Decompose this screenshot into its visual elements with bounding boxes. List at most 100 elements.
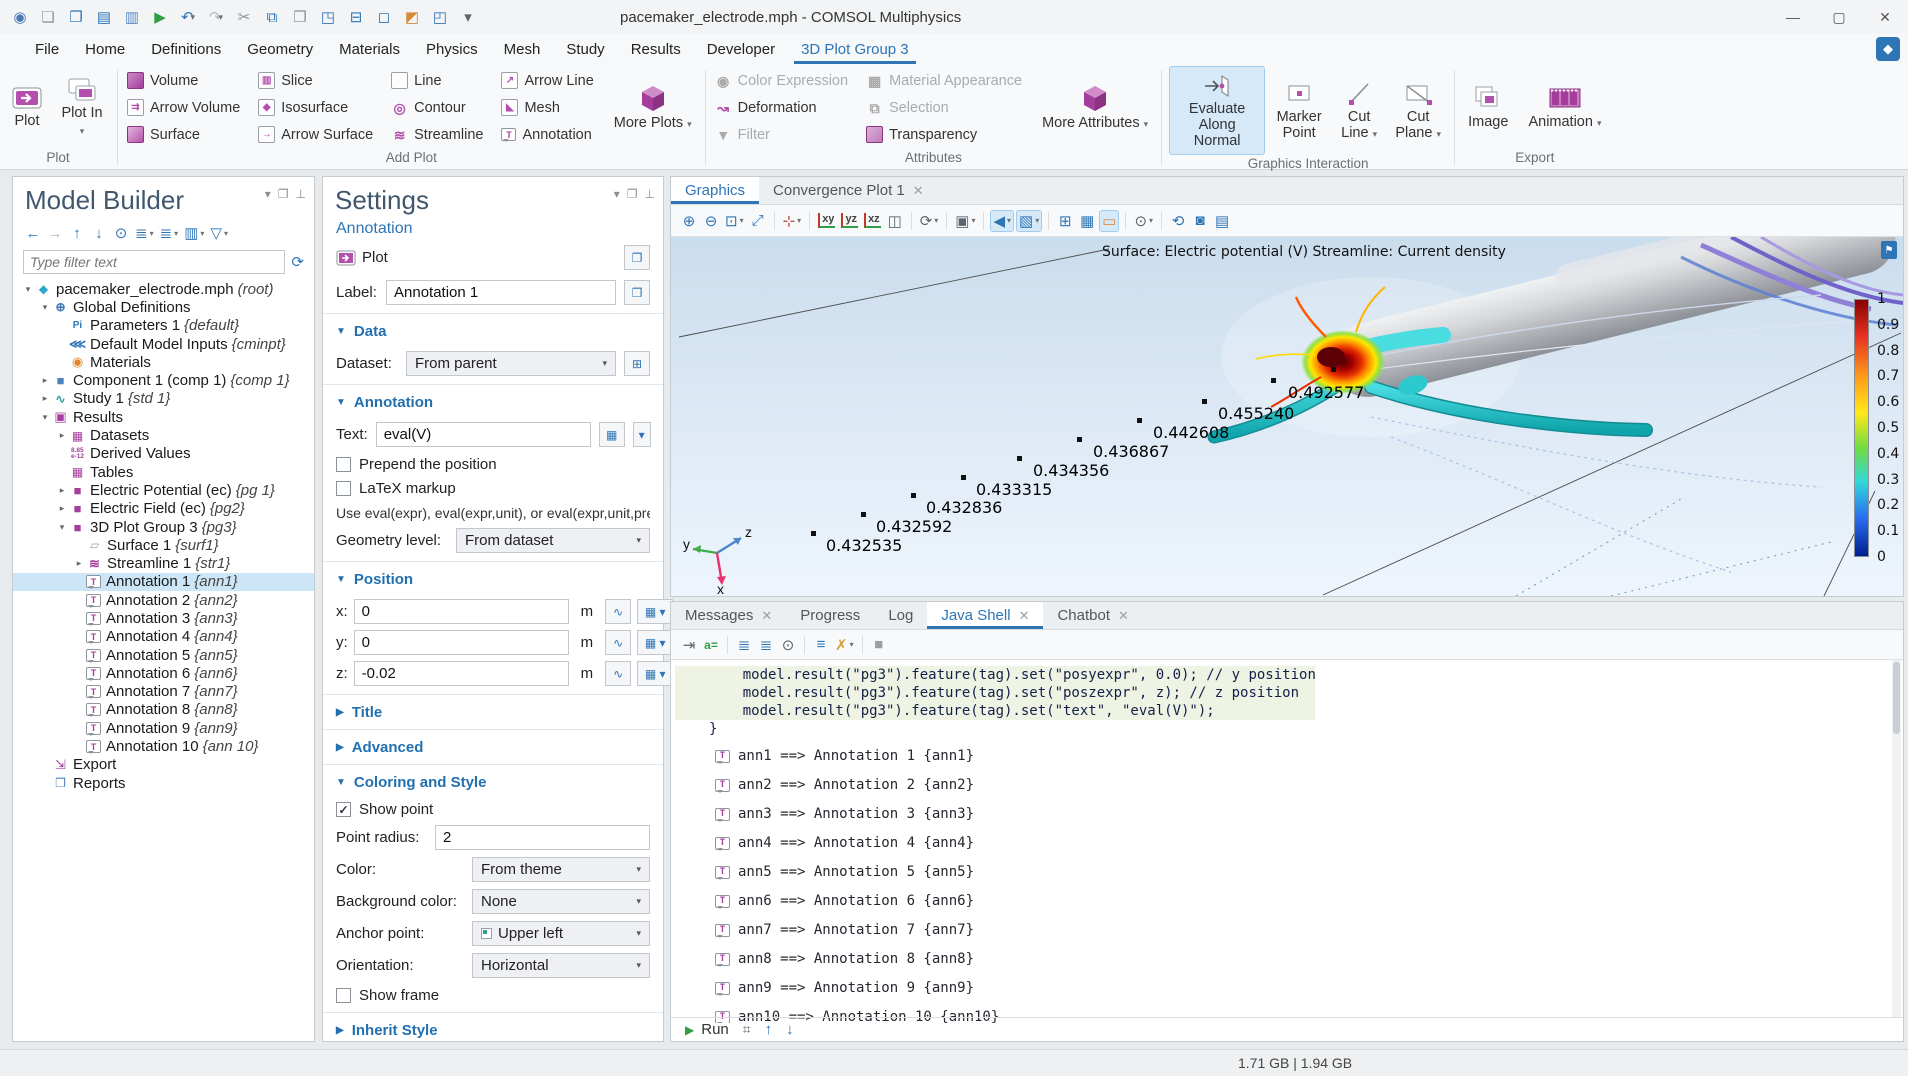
dropdown-arrow-icon[interactable]: ▾ (934, 216, 938, 225)
anchor-point-select[interactable]: Upper left ▾ (472, 921, 650, 946)
scrollbar-thumb[interactable] (1893, 662, 1900, 734)
show-axis-orientation-icon[interactable]: ▦ (1077, 210, 1097, 232)
keyboard-icon[interactable]: ⌗ (743, 1021, 751, 1038)
dropdown-arrow-icon[interactable]: ▾ (1035, 216, 1039, 225)
show-grid-icon[interactable]: ⊞ (1055, 210, 1075, 232)
tree-item-electric-potential-ec[interactable]: ▸■Electric Potential (ec){pg 1} (13, 481, 314, 499)
expand-all-icon[interactable]: ≣▾ (133, 222, 156, 244)
deformation-button[interactable]: ↝Deformation (713, 99, 850, 116)
close-icon[interactable]: ✕ (913, 183, 924, 199)
dataset-select[interactable]: From parent▾ (406, 351, 616, 376)
console-scrollbar[interactable] (1892, 660, 1901, 1018)
show-icon[interactable]: ⊙ (111, 222, 131, 244)
expand-icon[interactable]: ▸ (38, 375, 52, 386)
more-plots-button[interactable]: More Plots ▾ (608, 78, 698, 136)
streamline-button[interactable]: ≋Streamline (389, 126, 485, 143)
scroll-up-icon[interactable]: ≣ (734, 634, 754, 656)
go-back-icon[interactable]: ← (23, 222, 43, 244)
marker-point-button[interactable]: Marker Point (1269, 74, 1329, 146)
redo-icon[interactable]: ↷▾ (204, 5, 228, 29)
evaluate-along-normal-button[interactable]: Evaluate Along Normal (1169, 66, 1265, 155)
tab-log[interactable]: Log (874, 602, 927, 629)
collapse-icon[interactable]: ▾ (21, 284, 35, 295)
tree-item-streamline-1[interactable]: ▸≋Streamline 1{str1} (13, 554, 314, 572)
show-point-checkbox[interactable]: ✓ (336, 802, 351, 817)
expand-icon[interactable]: ▸ (55, 430, 69, 441)
tree-item-global-definitions[interactable]: ▾⊕Global Definitions (13, 298, 314, 316)
isosurface-button[interactable]: ◆Isosurface (256, 99, 375, 116)
close-icon[interactable]: ✕ (1019, 608, 1030, 624)
tree-item-derived-values[interactable]: 8.85 e-12Derived Values (13, 445, 314, 463)
export-image-button[interactable]: Image (1462, 79, 1514, 135)
history-up-icon[interactable]: ↑ (765, 1021, 773, 1038)
chevron-down-icon[interactable]: ▾ (265, 187, 271, 201)
move-down-icon[interactable]: ↓ (89, 222, 109, 244)
menu-tab-mesh[interactable]: Mesh (491, 34, 554, 64)
tab-graphics[interactable]: Graphics (671, 177, 759, 204)
view-options-icon[interactable]: ▧▾ (1016, 210, 1042, 232)
go-to-yz-view-icon[interactable]: yz (839, 210, 860, 232)
cut-line-button[interactable]: Cut Line ▾ (1333, 74, 1385, 146)
run-icon[interactable]: ▶ (148, 5, 172, 29)
collapse-icon[interactable]: ▾ (55, 522, 69, 533)
range-button[interactable]: ∿ (605, 630, 631, 655)
section-data[interactable]: ▼ Data (336, 323, 650, 340)
background-color-select[interactable]: None▾ (472, 889, 650, 914)
image-snapshot-icon[interactable]: ◙ (1190, 210, 1210, 232)
menu-tab-materials[interactable]: Materials (326, 34, 413, 64)
tab-convergence-plot-1[interactable]: Convergence Plot 1✕ (759, 177, 938, 204)
annotation-text-input[interactable] (376, 422, 591, 447)
point-radius-input[interactable] (435, 825, 650, 850)
tree-item-annotation-9[interactable]: TAnnotation 9{ann9} (13, 719, 314, 737)
tree-item-component-1-comp-1[interactable]: ▸■Component 1 (comp 1){comp 1} (13, 371, 314, 389)
x-position-input[interactable] (354, 599, 569, 624)
tree-item-annotation-8[interactable]: TAnnotation 8{ann8} (13, 701, 314, 719)
menu-tab-physics[interactable]: Physics (413, 34, 491, 64)
tree-item-annotation-4[interactable]: TAnnotation 4{ann4} (13, 628, 314, 646)
expression-grid-button[interactable]: ▦ (599, 422, 625, 447)
chevron-down-icon[interactable]: ▾ (614, 187, 620, 201)
tab-messages[interactable]: Messages✕ (671, 602, 786, 629)
menu-tab-developer[interactable]: Developer (694, 34, 788, 64)
show-output-icon[interactable]: ⊙ (778, 634, 798, 656)
tree-filter-input[interactable] (23, 250, 285, 274)
copy-icon[interactable]: ⧉ (260, 5, 284, 29)
section-inherit-style[interactable]: ▶ Inherit Style (336, 1022, 650, 1039)
dropdown-arrow-icon[interactable]: ▾ (740, 216, 744, 225)
float-panel-icon[interactable]: ❐ (627, 187, 638, 201)
range-button[interactable]: ∿ (605, 599, 631, 624)
surface-button[interactable]: Surface (125, 126, 242, 143)
section-coloring-and-style[interactable]: ▼ Coloring and Style (336, 774, 650, 791)
tree-item-annotation-5[interactable]: TAnnotation 5{ann5} (13, 646, 314, 664)
expand-icon[interactable]: ▸ (55, 485, 69, 496)
close-button[interactable]: ✕ (1862, 0, 1908, 34)
zoom-in-icon[interactable]: ⊕ (679, 210, 699, 232)
pin-panel-icon[interactable]: ⊥ (645, 187, 655, 201)
save-as-icon[interactable]: ▥ (120, 5, 144, 29)
tree-item-export[interactable]: ⇲Export (13, 756, 314, 774)
section-position[interactable]: ▼ Position (336, 571, 650, 588)
plot-all-button[interactable]: ❐ (624, 245, 650, 270)
y-position-input[interactable] (354, 630, 569, 655)
expand-icon[interactable]: ▸ (72, 558, 86, 569)
menu-tab-home[interactable]: Home (72, 34, 138, 64)
dropdown-arrow-icon[interactable]: ▾ (191, 12, 196, 23)
plot-button[interactable]: Plot (6, 80, 48, 134)
clear-selection-icon[interactable]: ◩ (400, 5, 424, 29)
save-icon[interactable]: ▤ (92, 5, 116, 29)
collapse-icon[interactable]: ▾ (38, 412, 52, 423)
print-icon[interactable]: ▤ (1212, 210, 1232, 232)
tab-progress[interactable]: Progress (786, 602, 874, 629)
word-wrap-icon[interactable]: ⇥ (679, 634, 699, 656)
measure-icon[interactable]: ▭ (1099, 210, 1119, 232)
dropdown-arrow-icon[interactable]: ▾ (174, 229, 178, 238)
value-mode-button[interactable]: ▦ ▾ (637, 661, 673, 686)
go-to-xz-view-icon[interactable]: xz (862, 210, 883, 232)
customize-toolbar-icon[interactable]: ▾ (456, 5, 480, 29)
menu-tab-results[interactable]: Results (618, 34, 694, 64)
menu-tab-geometry[interactable]: Geometry (234, 34, 326, 64)
select-box-icon[interactable]: ◻ (372, 5, 396, 29)
section-advanced[interactable]: ▶ Advanced (336, 739, 650, 756)
volume-button[interactable]: Volume (125, 72, 242, 89)
tree-item-datasets[interactable]: ▸▦Datasets (13, 426, 314, 444)
